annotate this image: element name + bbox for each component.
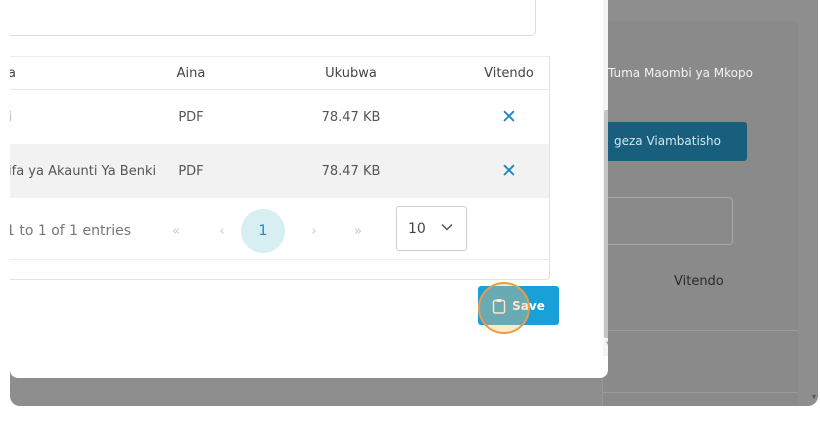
row-file-type: PDF — [178, 163, 204, 179]
modal-scrollbar[interactable]: ▼ — [603, 0, 608, 356]
chevron-down-icon — [441, 223, 453, 231]
save-button-label: Save — [512, 298, 545, 313]
modal-scrollbar-thumb[interactable] — [604, 110, 608, 338]
last-page-button[interactable]: » — [336, 209, 380, 253]
background-row-divider — [602, 330, 798, 331]
table-header-row: a Aina Ukubwa Vitendo — [10, 56, 549, 90]
table-row: ifa ya Akaunti Ya Benki PDF 78.47 KB ✕ — [10, 144, 549, 198]
background-column-header-actions: Vitendo — [674, 274, 724, 289]
save-button[interactable]: Save — [478, 286, 559, 325]
column-header-actions: Vitendo — [484, 65, 534, 81]
pagination-bar: 1 to 1 of 1 entries « ‹ 1 › » 10 — [10, 200, 549, 262]
previous-page-button[interactable]: ‹ — [200, 209, 244, 253]
page-scroll-down-icon[interactable]: ▾ — [812, 392, 818, 401]
column-header-size[interactable]: Ukubwa — [306, 57, 396, 89]
background-row-divider — [602, 392, 798, 393]
close-icon[interactable]: ✕ — [501, 106, 517, 128]
row-actions: ✕ — [472, 90, 546, 144]
clipboard-icon — [492, 298, 506, 314]
entries-info: 1 to 1 of 1 entries — [10, 223, 132, 239]
column-header-type[interactable]: Aina — [166, 57, 216, 89]
pagination-divider — [10, 259, 549, 260]
row-file-type: PDF — [178, 109, 204, 125]
row-file-name: ifa ya Akaunti Ya Benki — [10, 163, 157, 179]
scroll-down-arrow-icon[interactable]: ▼ — [605, 340, 608, 348]
page-1-button[interactable]: 1 — [241, 209, 285, 253]
background-search-input — [602, 197, 733, 245]
row-file-name: i — [10, 90, 158, 144]
attachments-table: a Aina Ukubwa Vitendo i PDF 78.47 KB ✕ i… — [10, 56, 550, 280]
attachments-modal: a Aina Ukubwa Vitendo i PDF 78.47 KB ✕ i… — [10, 0, 608, 378]
next-page-button[interactable]: › — [292, 209, 336, 253]
modal-top-field[interactable] — [10, 0, 536, 36]
close-icon[interactable]: ✕ — [501, 160, 517, 182]
page-size-select[interactable]: 10 — [396, 206, 467, 251]
row-file-size: 78.47 KB — [321, 163, 381, 179]
screen: Tuma Maombi ya Mkopo geza Viambatisho Vi… — [0, 0, 820, 427]
first-page-button[interactable]: « — [154, 209, 198, 253]
row-file-size: 78.47 KB — [321, 109, 381, 125]
page-size-value: 10 — [408, 220, 426, 237]
background-heading: Tuma Maombi ya Mkopo — [608, 66, 753, 80]
row-actions: ✕ — [472, 144, 546, 198]
background-attach-button: geza Viambatisho — [602, 122, 747, 161]
table-row: i PDF 78.47 KB ✕ — [10, 90, 549, 144]
column-header-name[interactable]: a — [10, 57, 158, 89]
